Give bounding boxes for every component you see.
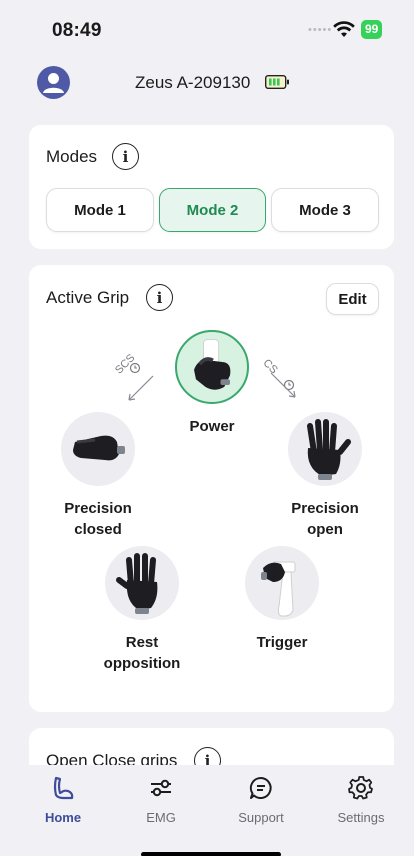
- tab-settings-label: Settings: [337, 810, 385, 825]
- modes-card: Modes i Mode 1 Mode 2 Mode 3: [29, 125, 394, 249]
- sliders-icon: [151, 779, 171, 797]
- cs-transition: CS: [261, 357, 325, 407]
- mode-1-button[interactable]: Mode 1: [46, 188, 154, 232]
- edit-grip-button[interactable]: Edit: [326, 283, 379, 315]
- arm-icon: [53, 776, 74, 800]
- rest-opposition-grip-label: Rest opposition: [103, 634, 181, 672]
- battery-level: 99: [361, 20, 383, 39]
- active-grip-title: Active Grip: [46, 288, 130, 307]
- precision-open-grip-label: Precision open: [291, 500, 359, 538]
- power-grip-label: Power: [189, 418, 235, 435]
- device-header: Zeus A-209130: [0, 62, 414, 106]
- tab-settings[interactable]: Settings: [321, 775, 401, 825]
- rest-opposition-grip-icon[interactable]: [105, 546, 179, 620]
- status-bar: 08:49 ••••• 99: [0, 0, 414, 56]
- tab-emg-label: EMG: [146, 810, 176, 825]
- device-battery-icon: [265, 75, 289, 89]
- precision-closed-grip-label: Precision closed: [64, 500, 132, 538]
- active-grip-card: Active Grip i Edit SCS CS Power Precisio…: [29, 265, 394, 712]
- user-avatar-icon[interactable]: [37, 66, 70, 99]
- tab-home[interactable]: Home: [23, 775, 103, 825]
- modes-info-icon[interactable]: i: [112, 143, 139, 170]
- wifi-icon: [333, 21, 355, 37]
- tab-home-label: Home: [44, 810, 82, 825]
- tab-bar: Home EMG Support Settings: [0, 765, 414, 856]
- tab-support-label: Support: [238, 810, 284, 825]
- cs-arrow-icon: [270, 372, 296, 398]
- trigger-grip-icon[interactable]: [245, 546, 319, 620]
- trigger-grip-label: Trigger: [256, 634, 308, 651]
- status-time: 08:49: [52, 20, 102, 41]
- scs-transition: SCS: [99, 352, 159, 410]
- tab-support[interactable]: Support: [221, 775, 301, 825]
- signal-icon: •••••: [308, 24, 333, 36]
- precision-open-grip-icon[interactable]: [288, 412, 362, 486]
- device-name: Zeus A-209130: [135, 73, 251, 92]
- active-grip-info-icon[interactable]: i: [146, 284, 173, 311]
- precision-closed-grip-icon[interactable]: [61, 412, 135, 486]
- chat-icon: [249, 776, 272, 799]
- modes-title: Modes: [46, 147, 98, 166]
- mode-2-button[interactable]: Mode 2: [159, 188, 266, 232]
- mode-3-button[interactable]: Mode 3: [271, 188, 379, 232]
- gear-icon: [348, 776, 373, 800]
- home-indicator: [141, 852, 281, 856]
- scs-arrow-icon: [128, 375, 154, 401]
- tab-emg[interactable]: EMG: [121, 775, 201, 825]
- power-grip-icon[interactable]: [175, 330, 249, 404]
